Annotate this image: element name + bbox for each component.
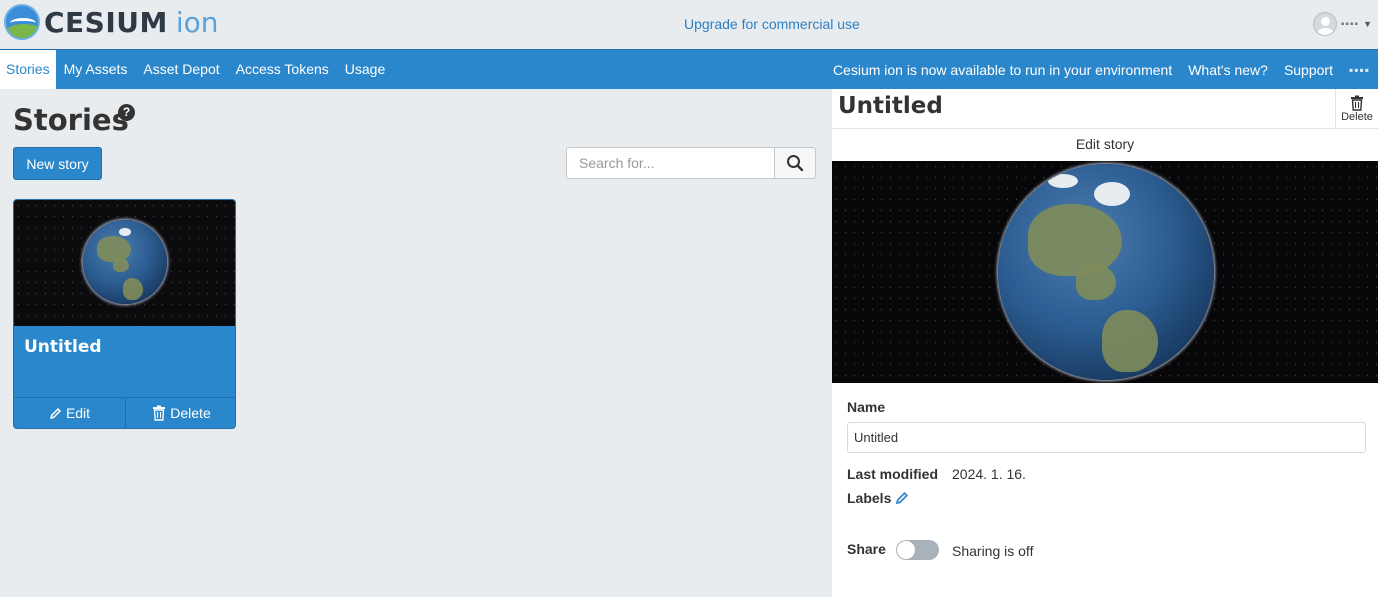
story-edit-label: Edit — [65, 405, 91, 421]
share-label: Share — [847, 541, 886, 557]
story-edit-button[interactable]: Edit — [14, 398, 125, 428]
story-card-title: Untitled — [24, 337, 102, 357]
story-delete-label: Delete — [170, 405, 211, 421]
user-menu[interactable]: ▪▪▪▪ ▼ — [1312, 12, 1372, 36]
pencil-icon[interactable] — [895, 491, 909, 505]
edit-story-link[interactable]: Edit story — [832, 129, 1378, 161]
trash-icon — [1351, 95, 1363, 111]
story-details-panel: Untitled Delete Edit story Name Last mod… — [832, 89, 1378, 597]
nav-user-menu[interactable]: ▪▪▪▪ — [1349, 63, 1378, 77]
search-input[interactable] — [566, 147, 774, 179]
search-bar — [566, 147, 816, 179]
story-delete-button[interactable]: Delete — [125, 398, 235, 428]
chevron-down-icon: ▼ — [1363, 19, 1372, 29]
help-icon[interactable]: ? — [118, 104, 135, 121]
avatar-icon — [1312, 12, 1337, 36]
story-card[interactable]: Untitled Edit Delete — [13, 199, 236, 429]
tab-stories[interactable]: Stories — [0, 50, 56, 89]
story-card-actions: Edit Delete — [14, 397, 235, 428]
last-modified-label: Last modified — [847, 466, 939, 482]
top-bar: CESIUM ion Upgrade for commercial use ▪▪… — [0, 0, 1378, 49]
announcement-link[interactable]: Cesium ion is now available to run in yo… — [833, 62, 1172, 78]
panel-title: Untitled — [838, 93, 943, 119]
globe-image — [998, 164, 1214, 380]
globe-image — [83, 220, 167, 304]
tab-access-tokens[interactable]: Access Tokens — [228, 50, 337, 89]
panel-header: Untitled Delete — [832, 89, 1378, 129]
logo-text: CESIUM — [44, 5, 168, 39]
story-preview-image — [832, 161, 1378, 383]
name-field[interactable] — [847, 422, 1366, 453]
share-toggle[interactable] — [896, 540, 939, 560]
search-button[interactable] — [774, 147, 816, 179]
logo-suffix: ion — [175, 5, 219, 39]
cesium-ion-logo[interactable]: CESIUM ion — [4, 4, 219, 40]
user-name: ▪▪▪▪ — [1340, 18, 1360, 30]
upgrade-link[interactable]: Upgrade for commercial use — [684, 16, 860, 32]
last-modified-value: 2024. 1. 16. — [952, 466, 1026, 482]
pencil-icon — [49, 407, 61, 419]
support-link[interactable]: Support — [1284, 62, 1333, 78]
panel-delete-label: Delete — [1341, 110, 1373, 123]
tab-my-assets[interactable]: My Assets — [56, 50, 136, 89]
cesium-logo-icon — [4, 4, 40, 40]
trash-icon — [153, 405, 166, 421]
new-story-button[interactable]: New story — [13, 147, 102, 180]
search-icon — [787, 155, 804, 172]
stories-list-area: Stories ? New story Untitled — [0, 89, 832, 597]
tab-usage[interactable]: Usage — [337, 50, 393, 89]
name-label: Name — [847, 399, 886, 415]
main-nav: Stories My Assets Asset Depot Access Tok… — [0, 49, 1378, 89]
tab-asset-depot[interactable]: Asset Depot — [135, 50, 227, 89]
labels-label: Labels — [847, 490, 892, 506]
panel-delete-button[interactable]: Delete — [1335, 89, 1378, 128]
whats-new-link[interactable]: What's new? — [1188, 62, 1268, 78]
sharing-status: Sharing is off — [952, 543, 1034, 559]
story-thumbnail — [14, 200, 235, 326]
page-title: Stories — [13, 103, 129, 137]
